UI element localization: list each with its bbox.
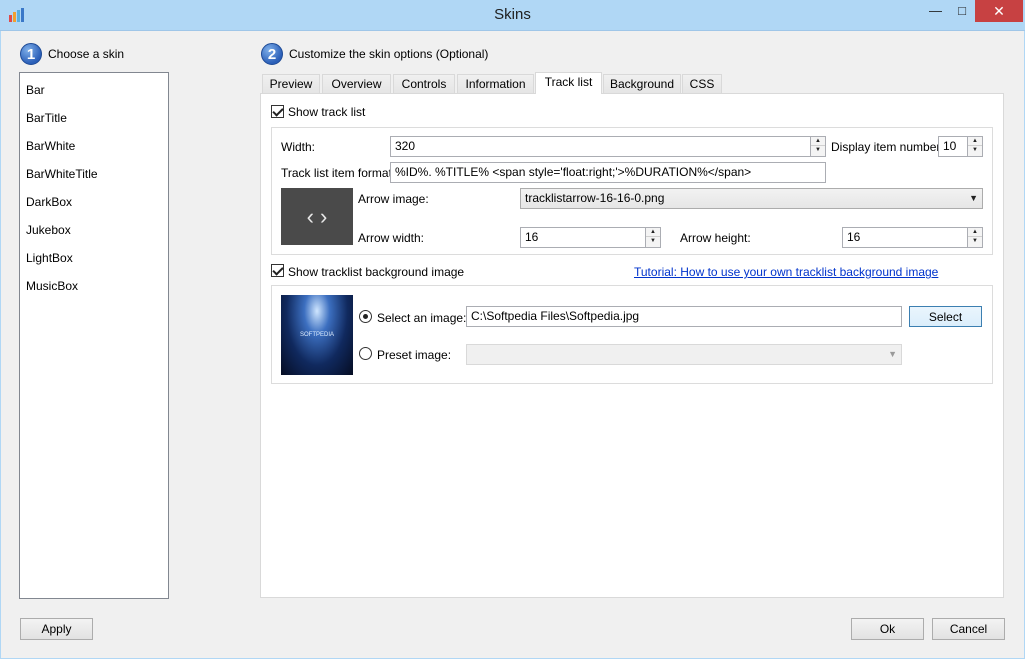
select-button[interactable]: Select xyxy=(909,306,982,327)
maximize-icon[interactable]: □ xyxy=(949,0,975,22)
format-input[interactable]: %ID%. %TITLE% <span style='float:right;'… xyxy=(390,162,826,183)
tab-overview[interactable]: Overview xyxy=(322,74,391,93)
select-image-label: Select an image: xyxy=(377,311,467,325)
arrow-height-value: 16 xyxy=(847,230,861,244)
arrow-width-value: 16 xyxy=(525,230,539,244)
format-label: Track list item format: xyxy=(281,166,396,180)
arrow-height-label: Arrow height: xyxy=(680,231,751,245)
arrow-image-dropdown[interactable]: tracklistarrow-16-16-0.png ▼ xyxy=(520,188,983,209)
show-background-checkbox[interactable] xyxy=(271,264,284,277)
arrow-width-label: Arrow width: xyxy=(358,231,425,245)
arrow-width-spinner[interactable]: ▲ ▼ xyxy=(645,228,660,247)
skin-item-bar[interactable]: Bar xyxy=(26,83,45,97)
skin-list[interactable]: Bar BarTitle BarWhite BarWhiteTitle Dark… xyxy=(19,72,169,599)
preset-image-dropdown[interactable]: ▼ xyxy=(466,344,902,365)
ok-button[interactable]: Ok xyxy=(851,618,924,640)
select-image-radio[interactable] xyxy=(359,310,372,323)
background-thumbnail: SOFTPEDIA xyxy=(281,295,353,375)
skin-item-jukebox[interactable]: Jukebox xyxy=(26,223,71,237)
display-item-number-label: Display item number: xyxy=(831,140,944,154)
width-value: 320 xyxy=(395,139,416,153)
preset-image-label: Preset image: xyxy=(377,348,452,362)
chevron-down-icon: ▼ xyxy=(888,349,897,359)
spin-down-icon[interactable]: ▼ xyxy=(646,237,660,246)
skin-item-lightbox[interactable]: LightBox xyxy=(26,251,73,265)
spin-down-icon[interactable]: ▼ xyxy=(968,146,982,155)
arrow-height-spinner[interactable]: ▲ ▼ xyxy=(967,228,982,247)
spin-up-icon[interactable]: ▲ xyxy=(811,137,825,146)
show-track-list-checkbox[interactable] xyxy=(271,105,284,118)
show-track-list-label: Show track list xyxy=(288,105,366,119)
step-2-label: Customize the skin options (Optional) xyxy=(289,47,489,61)
spin-down-icon[interactable]: ▼ xyxy=(968,237,982,246)
arrow-height-input[interactable]: 16 ▲ ▼ xyxy=(842,227,983,248)
spin-up-icon[interactable]: ▲ xyxy=(968,228,982,237)
window-title: Skins xyxy=(494,6,531,23)
preset-image-radio[interactable] xyxy=(359,347,372,360)
display-item-number-input[interactable]: 10 ▲ ▼ xyxy=(938,136,983,157)
step-2-badge: 2 xyxy=(261,43,283,65)
tab-controls[interactable]: Controls xyxy=(393,74,455,93)
spin-up-icon[interactable]: ▲ xyxy=(646,228,660,237)
spin-up-icon[interactable]: ▲ xyxy=(968,137,982,146)
chevron-down-icon: ▼ xyxy=(969,193,978,203)
arrow-image-value: tracklistarrow-16-16-0.png xyxy=(525,191,665,205)
step-1-label: Choose a skin xyxy=(48,47,125,61)
tab-track-list[interactable]: Track list xyxy=(535,72,602,94)
skin-item-musicbox[interactable]: MusicBox xyxy=(26,279,78,293)
background-group xyxy=(271,285,993,384)
tab-information[interactable]: Information xyxy=(457,74,534,93)
tab-background[interactable]: Background xyxy=(603,74,681,93)
skin-item-barwhitetitle[interactable]: BarWhiteTitle xyxy=(26,167,98,181)
width-spinner[interactable]: ▲ ▼ xyxy=(810,137,825,156)
skin-item-darkbox[interactable]: DarkBox xyxy=(26,195,72,209)
tutorial-link[interactable]: Tutorial: How to use your own tracklist … xyxy=(634,265,938,279)
show-background-label: Show tracklist background image xyxy=(288,265,465,279)
apply-button[interactable]: Apply xyxy=(20,618,93,640)
arrow-image-label: Arrow image: xyxy=(358,192,429,206)
skin-item-barwhite[interactable]: BarWhite xyxy=(26,139,75,153)
arrow-width-input[interactable]: 16 ▲ ▼ xyxy=(520,227,661,248)
tab-css[interactable]: CSS xyxy=(682,74,722,93)
minimize-icon[interactable]: — xyxy=(922,0,949,22)
arrow-preview-image: ‹ › xyxy=(281,188,353,245)
width-input[interactable]: 320 ▲ ▼ xyxy=(390,136,826,157)
tab-preview[interactable]: Preview xyxy=(262,74,320,93)
display-item-number-value: 10 xyxy=(943,139,957,153)
skin-item-bartitle[interactable]: BarTitle xyxy=(26,111,67,125)
select-image-path-input[interactable]: C:\Softpedia Files\Softpedia.jpg xyxy=(466,306,902,327)
spin-down-icon[interactable]: ▼ xyxy=(811,146,825,155)
close-icon[interactable]: ✕ xyxy=(975,0,1023,22)
step-1-badge: 1 xyxy=(20,43,42,65)
cancel-button[interactable]: Cancel xyxy=(932,618,1005,640)
width-label: Width: xyxy=(281,140,316,154)
display-item-number-spinner[interactable]: ▲ ▼ xyxy=(967,137,982,156)
